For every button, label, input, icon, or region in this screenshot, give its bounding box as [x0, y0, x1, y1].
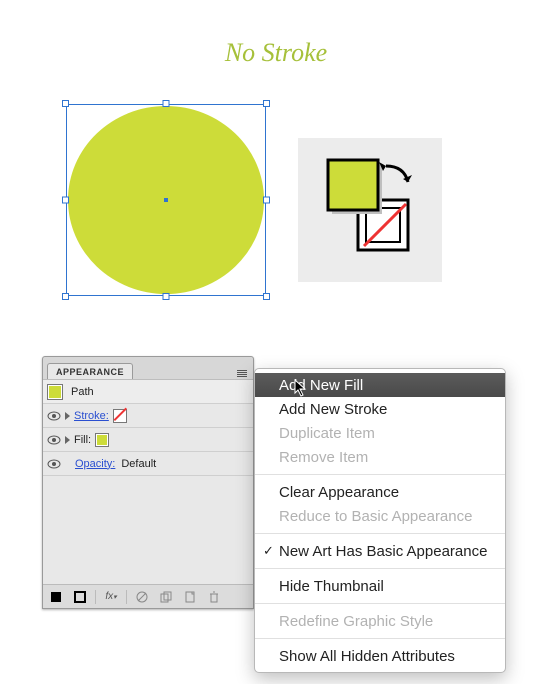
- selected-shape[interactable]: [66, 104, 266, 296]
- page-title: No Stroke: [0, 38, 552, 68]
- menu-separator: [255, 474, 505, 475]
- menu-item[interactable]: Add New Fill: [255, 373, 505, 397]
- menu-item: Duplicate Item: [255, 421, 505, 445]
- disclosure-triangle-icon[interactable]: [65, 436, 70, 444]
- resize-handle-bottom-right[interactable]: [263, 293, 270, 300]
- fill-label: Fill:: [74, 434, 91, 446]
- menu-item-label: Add New Stroke: [279, 401, 387, 418]
- menu-separator: [255, 638, 505, 639]
- resize-handle-bottom[interactable]: [163, 293, 170, 300]
- opacity-value: Default: [121, 458, 156, 470]
- delete-item-icon[interactable]: [205, 589, 223, 605]
- menu-item: Remove Item: [255, 445, 505, 469]
- new-stroke-icon[interactable]: [47, 589, 65, 605]
- stroke-none-swatch[interactable]: [113, 409, 127, 423]
- resize-handle-right[interactable]: [263, 197, 270, 204]
- fill-color-swatch[interactable]: [95, 433, 109, 447]
- panel-empty-space: [43, 476, 253, 584]
- menu-separator: [255, 533, 505, 534]
- object-type-label: Path: [71, 386, 94, 398]
- panel-footer: fx▾: [43, 584, 253, 608]
- appearance-flyout-menu: Add New Fill Add New Stroke Duplicate Item…: [254, 368, 506, 673]
- object-thumbnail-swatch: [47, 384, 63, 400]
- appearance-tab[interactable]: APPEARANCE: [47, 363, 133, 379]
- menu-item-label: New Art Has Basic Appearance: [279, 543, 487, 560]
- checkmark-icon: ✓: [263, 543, 274, 559]
- appearance-stroke-row[interactable]: Stroke:: [43, 404, 253, 428]
- resize-handle-top-right[interactable]: [263, 100, 270, 107]
- menu-item-label: Hide Thumbnail: [279, 578, 384, 595]
- fill-stroke-swap-icon[interactable]: [326, 158, 420, 260]
- clear-appearance-icon[interactable]: [133, 589, 151, 605]
- new-fill-icon[interactable]: [71, 589, 89, 605]
- panel-flyout-button[interactable]: [235, 368, 249, 379]
- menu-item-label: Remove Item: [279, 449, 368, 466]
- duplicate-item-icon[interactable]: [157, 589, 175, 605]
- appearance-panel: APPEARANCE Path Stroke: Fill:: [42, 356, 254, 609]
- panel-body: Path Stroke: Fill: Opacity: Default: [43, 379, 253, 584]
- stroke-label[interactable]: Stroke:: [74, 410, 109, 422]
- new-item-icon[interactable]: [181, 589, 199, 605]
- resize-handle-top[interactable]: [163, 100, 170, 107]
- visibility-toggle-icon[interactable]: [47, 433, 61, 447]
- menu-item: Reduce to Basic Appearance: [255, 504, 505, 528]
- fill-stroke-indicator: [298, 138, 442, 282]
- menu-item[interactable]: Add New Stroke: [255, 397, 505, 421]
- menu-item[interactable]: ✓ New Art Has Basic Appearance: [255, 539, 505, 563]
- appearance-object-row[interactable]: Path: [43, 380, 253, 404]
- menu-item-label: Show All Hidden Attributes: [279, 648, 455, 665]
- resize-handle-bottom-left[interactable]: [62, 293, 69, 300]
- menu-separator: [255, 568, 505, 569]
- appearance-fill-row[interactable]: Fill:: [43, 428, 253, 452]
- fx-button[interactable]: fx▾: [102, 589, 120, 605]
- visibility-toggle-icon[interactable]: [47, 409, 61, 423]
- visibility-toggle-icon[interactable]: [47, 457, 61, 471]
- appearance-opacity-row[interactable]: Opacity: Default: [43, 452, 253, 476]
- menu-separator: [255, 603, 505, 604]
- menu-item-label: Reduce to Basic Appearance: [279, 508, 472, 525]
- menu-item-label: Add New Fill: [279, 377, 363, 394]
- center-point[interactable]: [164, 198, 168, 202]
- disclosure-triangle-icon[interactable]: [65, 412, 70, 420]
- menu-item: Redefine Graphic Style: [255, 609, 505, 633]
- menu-item-label: Redefine Graphic Style: [279, 613, 433, 630]
- opacity-label[interactable]: Opacity:: [75, 458, 115, 470]
- menu-item-label: Duplicate Item: [279, 425, 375, 442]
- panel-tabbar: APPEARANCE: [43, 357, 253, 379]
- resize-handle-top-left[interactable]: [62, 100, 69, 107]
- menu-item[interactable]: Hide Thumbnail: [255, 574, 505, 598]
- resize-handle-left[interactable]: [62, 197, 69, 204]
- menu-item[interactable]: Clear Appearance: [255, 480, 505, 504]
- menu-item[interactable]: Show All Hidden Attributes: [255, 644, 505, 668]
- menu-item-label: Clear Appearance: [279, 484, 399, 501]
